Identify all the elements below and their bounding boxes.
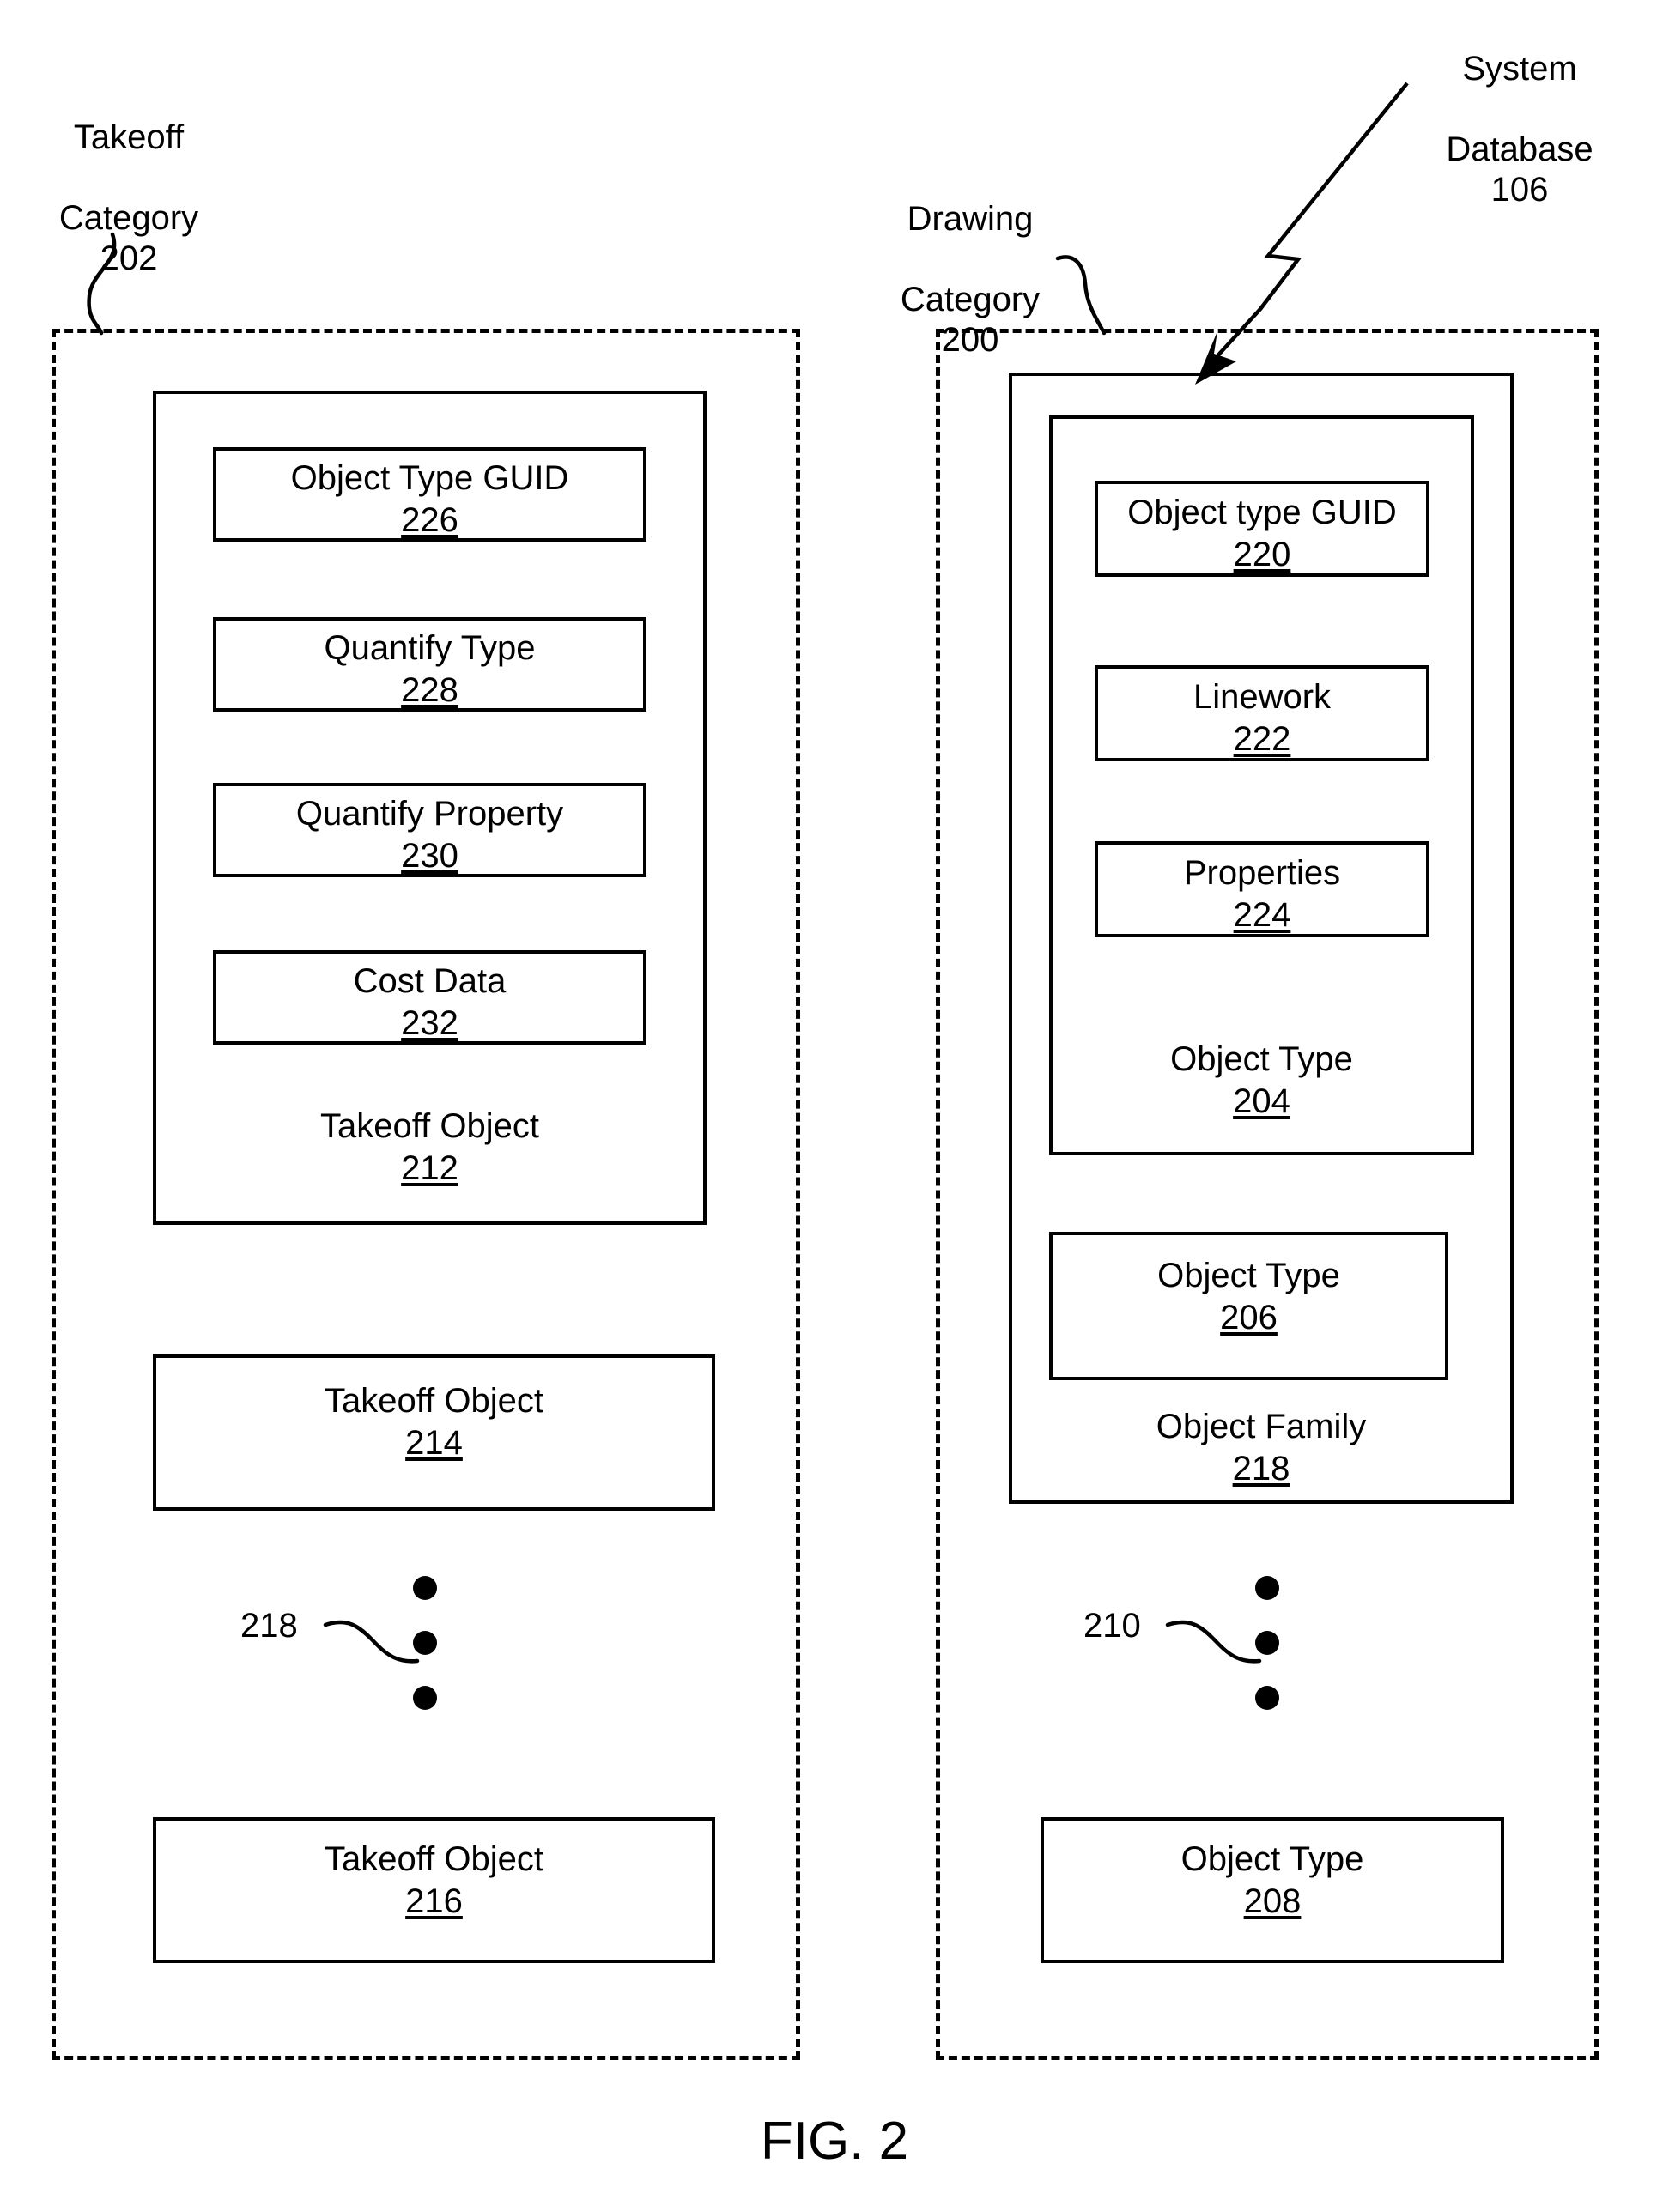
callout-takeoff-category-ref: 202 — [100, 239, 158, 277]
quantify-type-228-ref: 228 — [401, 671, 458, 709]
ellipsis-dot — [1255, 1631, 1279, 1655]
quantify-type-228-title: Quantify Type — [324, 629, 536, 667]
quantify-property-230-label: Quantify Property 230 — [213, 793, 646, 877]
object-family-218-label: Object Family 218 — [1009, 1406, 1514, 1490]
object-type-206-title: Object Type — [1157, 1257, 1340, 1294]
object-type-guid-226-label: Object Type GUID 226 — [213, 458, 646, 542]
right-ellipsis-ref-210: 210 — [1083, 1607, 1141, 1645]
object-type-guid-226-title: Object Type GUID — [290, 459, 569, 497]
takeoff-object-216-label: Takeoff Object 216 — [153, 1839, 715, 1923]
object-type-208-ref: 208 — [1243, 1882, 1302, 1920]
object-type-206-ref: 206 — [1220, 1299, 1278, 1336]
ellipsis-dot — [413, 1576, 437, 1600]
object-family-218-ref: 218 — [1232, 1450, 1290, 1488]
takeoff-object-216-ref: 216 — [405, 1882, 463, 1920]
ellipsis-dot — [1255, 1576, 1279, 1600]
cost-data-232-label: Cost Data 232 — [213, 961, 646, 1045]
linework-222-ref: 222 — [1233, 720, 1291, 758]
quantify-property-230-ref: 230 — [401, 837, 458, 875]
ellipsis-dot — [413, 1686, 437, 1710]
cost-data-232-title: Cost Data — [353, 962, 507, 1000]
quantify-property-230-title: Quantify Property — [295, 795, 564, 833]
properties-224-label: Properties 224 — [1095, 852, 1429, 936]
callout-system-database: System Database 106 — [1391, 9, 1648, 251]
object-type-guid-220-label: Object type GUID 220 — [1095, 492, 1429, 576]
quantify-type-228-label: Quantify Type 228 — [213, 627, 646, 712]
object-type-208-label: Object Type 208 — [1041, 1839, 1504, 1923]
callout-takeoff-category-line1: Takeoff — [73, 118, 185, 156]
properties-224-ref: 224 — [1233, 896, 1291, 934]
linework-222-label: Linework 222 — [1095, 676, 1429, 761]
object-type-guid-226-ref: 226 — [401, 501, 458, 539]
cost-data-232-ref: 232 — [401, 1004, 458, 1042]
takeoff-object-216-title: Takeoff Object — [325, 1840, 543, 1878]
left-ellipsis-ref-218: 218 — [240, 1607, 298, 1645]
linework-222-title: Linework — [1193, 678, 1332, 716]
figure-canvas: Takeoff Category 202 Drawing Category 20… — [0, 0, 1669, 2212]
takeoff-object-212-label: Takeoff Object 212 — [153, 1106, 707, 1190]
takeoff-object-214-label: Takeoff Object 214 — [153, 1380, 715, 1464]
callout-takeoff-category-line2: Category — [58, 199, 199, 237]
object-family-218-title: Object Family — [1156, 1408, 1367, 1445]
object-type-204-title: Object Type — [1170, 1040, 1353, 1078]
takeoff-object-214-ref: 214 — [405, 1424, 463, 1462]
callout-system-database-ref: 106 — [1490, 171, 1549, 209]
object-type-206-label: Object Type 206 — [1049, 1255, 1448, 1339]
callout-drawing-category-line2: Category — [900, 281, 1041, 318]
callout-system-database-line1: System — [1462, 50, 1577, 88]
callout-takeoff-category: Takeoff Category 202 — [17, 77, 240, 319]
properties-224-title: Properties — [1183, 854, 1341, 892]
takeoff-object-212-ref: 212 — [401, 1149, 458, 1187]
takeoff-object-214-title: Takeoff Object — [325, 1382, 543, 1420]
object-type-204-ref: 204 — [1233, 1082, 1290, 1120]
object-type-204-label: Object Type 204 — [1049, 1039, 1474, 1123]
callout-system-database-line2: Database — [1446, 130, 1593, 168]
object-type-guid-220-title: Object type GUID — [1127, 494, 1397, 531]
left-ellipsis-dots — [413, 1576, 437, 1710]
object-type-208-title: Object Type — [1180, 1840, 1364, 1878]
callout-drawing-category-line1: Drawing — [907, 200, 1034, 238]
figure-caption: FIG. 2 — [760, 2112, 909, 2171]
right-ellipsis-dots — [1255, 1576, 1279, 1710]
ellipsis-dot — [413, 1631, 437, 1655]
takeoff-object-212-title: Takeoff Object — [320, 1107, 539, 1145]
leader-system-database — [1204, 82, 1409, 371]
ellipsis-dot — [1255, 1686, 1279, 1710]
object-type-guid-220-ref: 220 — [1233, 536, 1291, 573]
